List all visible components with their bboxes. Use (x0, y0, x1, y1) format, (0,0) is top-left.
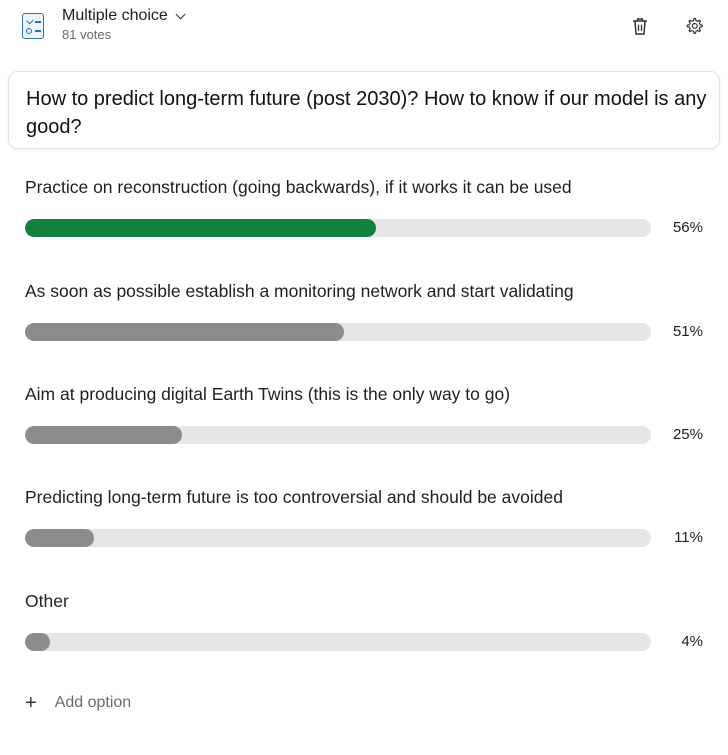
poll-header: Multiple choice 81 votes (0, 0, 728, 60)
option-percent: 25% (672, 426, 703, 443)
result-bar-fill (25, 323, 345, 341)
plus-icon: + (25, 692, 37, 714)
result-bar-track (25, 323, 651, 341)
question-type-dropdown[interactable]: Multiple choice (62, 7, 186, 25)
option-label[interactable]: Practice on reconstruction (going backwa… (25, 177, 572, 198)
result-bar-fill (25, 426, 182, 444)
poll-option: Aim at producing digital Earth Twins (th… (25, 384, 715, 454)
result-bar-track (25, 219, 651, 237)
option-percent: 11% (674, 529, 703, 546)
settings-button[interactable] (683, 14, 705, 38)
option-label[interactable]: Aim at producing digital Earth Twins (th… (25, 384, 510, 405)
option-label[interactable]: Predicting long-term future is too contr… (25, 487, 563, 508)
vote-count: 81 votes (62, 27, 112, 42)
question-text[interactable]: How to predict long-term future (post 20… (26, 85, 716, 141)
option-label[interactable]: Other (25, 591, 69, 612)
option-label[interactable]: As soon as possible establish a monitori… (25, 281, 574, 302)
result-bar-fill (25, 529, 94, 547)
poll-option: Predicting long-term future is too contr… (25, 487, 715, 557)
chevron-down-icon (175, 9, 186, 19)
option-percent: 51% (672, 323, 703, 340)
result-bar-fill (25, 219, 376, 237)
result-bar-track (25, 426, 651, 444)
gear-icon (686, 17, 703, 34)
result-bar-track (25, 529, 651, 547)
delete-button[interactable] (629, 14, 651, 38)
option-percent: 4% (681, 633, 703, 650)
add-option-button[interactable]: + Add option (25, 693, 131, 713)
result-bar-fill (25, 633, 51, 651)
trash-icon (633, 18, 647, 35)
question-box[interactable]: How to predict long-term future (post 20… (8, 71, 720, 149)
checklist-icon (22, 13, 44, 39)
result-bar-track (25, 633, 651, 651)
add-option-label: Add option (54, 694, 132, 711)
question-type-label: Multiple choice (62, 7, 168, 24)
poll-option: Practice on reconstruction (going backwa… (25, 177, 715, 247)
poll-option: As soon as possible establish a monitori… (25, 281, 715, 351)
option-percent: 56% (672, 219, 703, 236)
poll-option: Other 4% (25, 591, 715, 661)
